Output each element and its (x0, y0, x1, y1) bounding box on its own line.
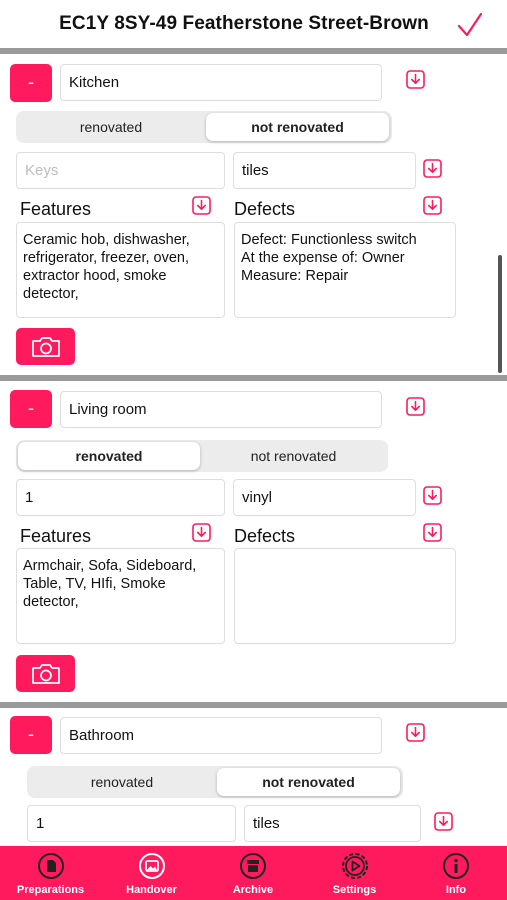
camera-icon (31, 336, 60, 357)
renovation-segmented-control: renovated not renovated (16, 440, 388, 472)
features-textarea[interactable]: Ceramic hob, dishwasher, refrigerator, f… (16, 222, 225, 318)
download-icon[interactable] (192, 196, 211, 215)
download-icon[interactable] (406, 397, 425, 416)
tab-archive[interactable]: Archive (202, 846, 304, 900)
download-icon[interactable] (423, 196, 442, 215)
segment-renovated[interactable]: renovated (18, 113, 204, 141)
floor-input[interactable]: vinyl (233, 479, 416, 516)
image-circle-icon (138, 853, 165, 879)
download-icon[interactable] (192, 523, 211, 542)
page-title: EC1Y 8SY-49 Featherstone Street-Brown (59, 13, 429, 34)
quantity-placeholder: Keys (25, 162, 59, 179)
segment-not-renovated[interactable]: not renovated (206, 113, 389, 141)
room-name-input[interactable]: Kitchen (60, 64, 382, 101)
room-name-input[interactable]: Bathroom (60, 717, 382, 754)
tab-label: Settings (332, 884, 377, 896)
remove-room-button[interactable]: - (10, 390, 52, 428)
features-label: Features (20, 526, 92, 546)
segment-not-renovated[interactable]: not renovated (202, 442, 385, 470)
defects-textarea[interactable] (234, 548, 456, 644)
features-textarea[interactable]: Armchair, Sofa, Sideboard, Table, TV, HI… (16, 548, 225, 644)
quantity-input[interactable]: Keys (16, 152, 225, 189)
tab-settings[interactable]: Settings (304, 846, 405, 900)
section-separator (0, 702, 507, 708)
defects-label: Defects (234, 526, 296, 546)
archive-circle-icon (240, 853, 266, 879)
segment-renovated[interactable]: renovated (29, 768, 215, 796)
room-name-input[interactable]: Living room (60, 391, 382, 428)
download-icon[interactable] (406, 70, 425, 89)
tab-label: Archive (232, 884, 274, 896)
gear-icon (341, 853, 368, 879)
section-separator (0, 48, 507, 54)
tab-label: Info (445, 884, 467, 896)
tab-info[interactable]: Info (405, 846, 507, 900)
section-separator (0, 375, 507, 381)
download-icon[interactable] (423, 523, 442, 542)
floor-input[interactable]: tiles (233, 152, 416, 189)
info-icon (443, 853, 469, 879)
quantity-input[interactable]: 1 (27, 805, 236, 842)
tab-label: Handover (126, 884, 177, 896)
download-icon[interactable] (423, 486, 442, 505)
header: EC1Y 8SY-49 Featherstone Street-Brown (0, 0, 507, 50)
renovation-segmented-control: renovated not renovated (27, 766, 403, 798)
tab-preparations[interactable]: Preparations (0, 846, 101, 900)
camera-button[interactable] (16, 655, 75, 692)
remove-room-button[interactable]: - (10, 64, 52, 102)
renovation-segmented-control: renovated not renovated (16, 111, 392, 143)
camera-button[interactable] (16, 328, 75, 365)
defects-label: Defects (234, 199, 296, 219)
floor-input[interactable]: tiles (244, 805, 421, 842)
tab-handover[interactable]: Handover (101, 846, 202, 900)
bottom-tab-bar: Preparations Handover Archive Settings I… (0, 846, 507, 900)
download-icon[interactable] (406, 723, 425, 742)
segment-not-renovated[interactable]: not renovated (217, 768, 400, 796)
remove-room-button[interactable]: - (10, 716, 52, 754)
camera-icon (31, 663, 60, 684)
download-icon[interactable] (434, 812, 453, 831)
quantity-input[interactable]: 1 (16, 479, 225, 516)
defects-textarea[interactable]: Defect: Functionless switch At the expen… (234, 222, 456, 318)
tab-label: Preparations (16, 884, 85, 896)
segment-renovated[interactable]: renovated (18, 442, 200, 470)
document-circle-icon (37, 853, 64, 879)
download-icon[interactable] (423, 159, 442, 178)
features-label: Features (20, 199, 92, 219)
scrollbar[interactable] (498, 255, 502, 373)
checkmark-icon[interactable] (456, 10, 484, 40)
